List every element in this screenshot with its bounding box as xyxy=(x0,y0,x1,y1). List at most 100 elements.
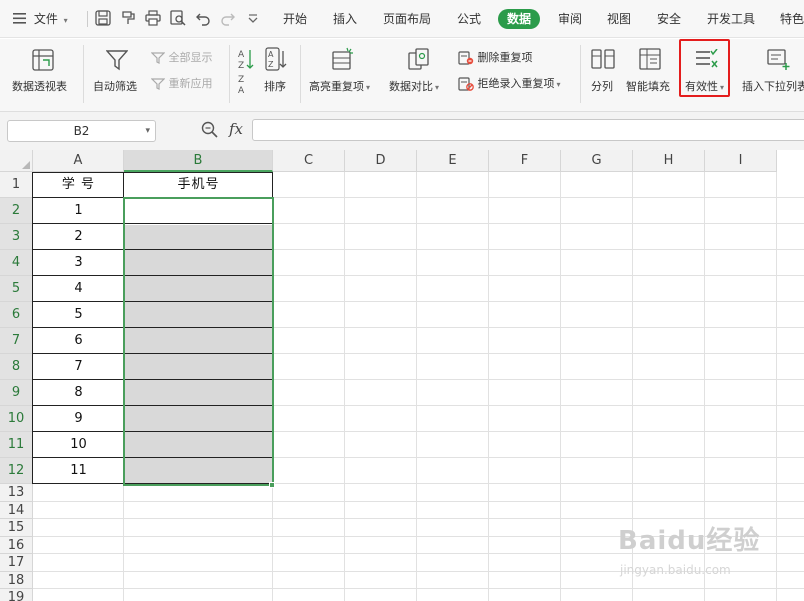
row-header-12[interactable]: 12 xyxy=(0,458,33,484)
cell-b1[interactable]: 手机号 xyxy=(124,172,273,198)
cell-a5[interactable]: 4 xyxy=(33,276,124,302)
cell-a3[interactable]: 2 xyxy=(33,224,124,250)
row-header-10[interactable]: 10 xyxy=(0,406,33,432)
column-header-g[interactable]: G xyxy=(561,150,633,172)
row-header-14[interactable]: 14 xyxy=(0,501,33,519)
tab-page-layout[interactable]: 页面布局 xyxy=(383,0,431,38)
tab-home[interactable]: 开始 xyxy=(283,0,307,38)
sort-icon: AZ xyxy=(265,47,287,71)
autofilter-button[interactable]: 自动筛选 xyxy=(93,43,143,97)
row-header-2[interactable]: 2 xyxy=(0,198,33,224)
spreadsheet-grid[interactable]: A B C D E F G H I 1 2 3 4 5 6 7 8 9 10 11 12 13 14 15 16 17 18 19 学… xyxy=(0,150,804,601)
row-header-6[interactable]: 6 xyxy=(0,302,33,328)
column-header-b[interactable]: B xyxy=(124,150,273,172)
menu-bar: 文件 ▾ 开始 插入 页面布局 公式 数据 审阅 视图 安全 开发工具 特色 xyxy=(0,0,804,38)
file-menu[interactable]: 文件 ▾ xyxy=(13,0,68,38)
column-header-h[interactable]: H xyxy=(633,150,705,172)
cell-a7[interactable]: 6 xyxy=(33,328,124,354)
row-header-16[interactable]: 16 xyxy=(0,536,33,554)
print-icon[interactable] xyxy=(145,10,163,28)
data-compare-button[interactable]: 数据对比 ▾ xyxy=(389,43,449,97)
gridline-vertical xyxy=(560,172,561,601)
tab-security[interactable]: 安全 xyxy=(657,0,681,38)
cell-a6[interactable]: 5 xyxy=(33,302,124,328)
cell-a12[interactable]: 11 xyxy=(33,458,124,484)
row-header-4[interactable]: 4 xyxy=(0,250,33,276)
gridline-vertical xyxy=(416,172,417,601)
undo-icon[interactable] xyxy=(195,10,213,28)
select-all-corner[interactable] xyxy=(0,150,33,172)
tab-view[interactable]: 视图 xyxy=(607,0,631,38)
row-header-17[interactable]: 17 xyxy=(0,554,33,572)
highlight-duplicates-icon xyxy=(331,47,355,71)
row-header-5[interactable]: 5 xyxy=(0,276,33,302)
filter-icon xyxy=(106,49,128,71)
autofilter-label: 自动筛选 xyxy=(93,80,137,93)
save-icon[interactable] xyxy=(95,10,113,28)
tab-developer[interactable]: 开发工具 xyxy=(707,0,755,38)
row-header-1[interactable]: 1 xyxy=(0,172,33,198)
cell-a1[interactable]: 学 号 xyxy=(33,172,124,198)
row-header-13[interactable]: 13 xyxy=(0,484,33,502)
split-columns-icon xyxy=(591,48,615,70)
cell-a8[interactable]: 7 xyxy=(33,354,124,380)
tab-review[interactable]: 审阅 xyxy=(558,0,582,38)
column-header-i[interactable]: I xyxy=(705,150,777,172)
cell-a2[interactable]: 1 xyxy=(33,198,124,224)
cell-a10[interactable]: 9 xyxy=(33,406,124,432)
row-header-15[interactable]: 15 xyxy=(0,519,33,537)
column-header-d[interactable]: D xyxy=(345,150,417,172)
reject-duplicates-label: 拒绝录入重复项 xyxy=(477,77,555,90)
sort-descending-icon[interactable]: ZA xyxy=(238,73,254,99)
redo-icon[interactable] xyxy=(220,10,238,28)
name-box-value: B2 xyxy=(73,124,90,138)
column-header-a[interactable]: A xyxy=(33,150,124,172)
show-all-button[interactable]: 全部显示 xyxy=(151,49,213,65)
print-preview-icon[interactable] xyxy=(170,10,188,28)
row-header-18[interactable]: 18 xyxy=(0,571,33,589)
smart-fill-button[interactable]: 智能填充 xyxy=(625,43,677,97)
row-header-11[interactable]: 11 xyxy=(0,432,33,458)
sort-button[interactable]: AZ 排序 xyxy=(262,43,292,97)
remove-duplicates-button[interactable]: 删除重复项 xyxy=(458,49,533,65)
tab-formulas[interactable]: 公式 xyxy=(457,0,481,38)
filter-reapply-icon xyxy=(151,77,165,91)
remove-duplicates-icon xyxy=(458,51,474,65)
tab-insert[interactable]: 插入 xyxy=(333,0,357,38)
gridline-vertical xyxy=(488,172,489,601)
row-header-7[interactable]: 7 xyxy=(0,328,33,354)
chevron-down-icon: ▾ xyxy=(145,126,150,136)
insert-dropdown-list-button[interactable]: 插入下拉列表 xyxy=(742,43,804,97)
column-header-c[interactable]: C xyxy=(273,150,345,172)
gridline-horizontal xyxy=(33,500,804,502)
sort-ascending-icon[interactable]: AZ xyxy=(238,48,254,74)
text-to-columns-button[interactable]: 分列 xyxy=(589,43,619,97)
fill-handle[interactable] xyxy=(269,482,275,488)
format-painter-icon[interactable] xyxy=(120,10,138,28)
column-header-f[interactable]: F xyxy=(489,150,561,172)
zoom-icon[interactable] xyxy=(201,121,219,143)
svg-text:Z: Z xyxy=(238,75,244,85)
formula-input[interactable] xyxy=(252,119,804,141)
row-header-3[interactable]: 3 xyxy=(0,224,33,250)
row-header-8[interactable]: 8 xyxy=(0,354,33,380)
cell-a11[interactable]: 10 xyxy=(33,432,124,458)
gridline-vertical xyxy=(776,172,777,601)
cell-a9[interactable]: 8 xyxy=(33,380,124,406)
quick-access-dropdown-icon[interactable] xyxy=(246,10,264,28)
row-header-19[interactable]: 19 xyxy=(0,589,33,601)
pivot-table-button[interactable]: 数据透视表 xyxy=(12,43,74,97)
insert-function-button[interactable]: fx xyxy=(229,120,243,138)
file-menu-label: 文件 xyxy=(33,12,58,26)
reject-duplicates-button[interactable]: 拒绝录入重复项 ▾ xyxy=(458,75,561,91)
cell-a4[interactable]: 3 xyxy=(33,250,124,276)
row-header-9[interactable]: 9 xyxy=(0,380,33,406)
data-compare-label: 数据对比 ▾ xyxy=(389,80,440,93)
tab-features[interactable]: 特色 xyxy=(780,0,804,38)
name-box[interactable]: B2 ▾ xyxy=(7,120,156,142)
reapply-button[interactable]: 重新应用 xyxy=(151,75,213,91)
highlight-duplicates-button[interactable]: 高亮重复项 ▾ xyxy=(309,43,379,97)
tab-data[interactable]: 数据 xyxy=(498,9,541,29)
watermark-url: jingyan.baidu.com xyxy=(620,563,731,577)
column-header-e[interactable]: E xyxy=(417,150,489,172)
